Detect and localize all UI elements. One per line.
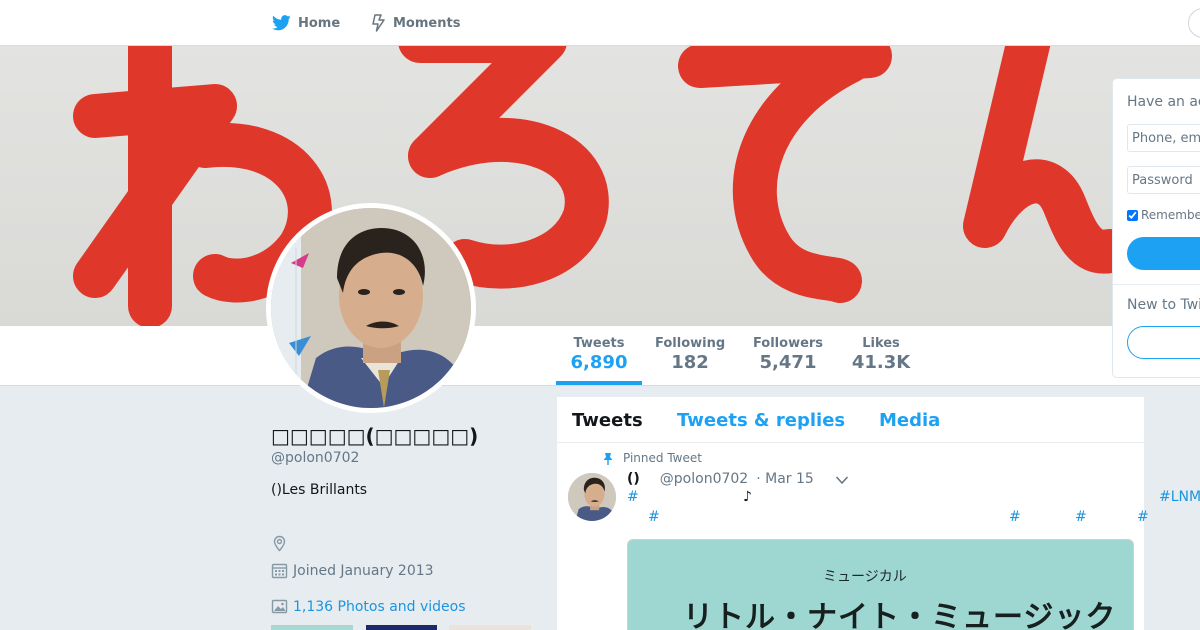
profile-handle[interactable]: @polon0702 (271, 450, 359, 466)
account-menu-button[interactable] (1188, 8, 1200, 38)
tweet-author-name[interactable]: () (627, 471, 640, 487)
profile-bio: ()Les Brillants (271, 482, 368, 498)
timeline-panel: Tweets Tweets & replies Media Pinned Twe… (557, 397, 1200, 630)
phone-email-username-input[interactable] (1127, 124, 1200, 152)
tweet-header: () @polon0702 · Mar 15 (627, 471, 814, 487)
nav-home-link[interactable]: Home (272, 0, 340, 46)
image-icon (271, 599, 288, 614)
profile-location (271, 535, 293, 552)
pin-icon (603, 452, 613, 465)
stat-followers-label: Followers (752, 336, 824, 351)
stat-tweets-value: 6,890 (570, 352, 628, 373)
active-tab-underline (556, 381, 642, 385)
avatar-portrait-image (271, 208, 471, 408)
stat-following-value: 182 (671, 352, 709, 373)
stat-likes-value: 41.3K (851, 352, 911, 373)
nav-home-label: Home (298, 15, 341, 31)
stat-following-label: Following (655, 336, 726, 351)
tab-tweets-replies[interactable]: Tweets & replies (677, 410, 845, 431)
stat-followers-value: 5,471 (759, 352, 817, 373)
banner-lettering-image (73, 46, 1132, 326)
profile-banner (0, 46, 1200, 326)
tweet-author-avatar[interactable] (568, 473, 616, 521)
tweet-image-caption-small: ミュージカル (823, 569, 907, 585)
pinned-tweet-indicator: Pinned Tweet (602, 451, 702, 465)
tweet-date[interactable]: · Mar 15 (756, 471, 814, 487)
login-divider (1113, 284, 1200, 285)
lightning-bolt-icon (372, 14, 385, 32)
top-navigation-bar: Home Moments (0, 0, 1200, 46)
photos-videos-label: 1,136 Photos and videos (293, 598, 466, 615)
tweet-image-caption-large: リトル・ナイト・ミュージック (683, 600, 1117, 630)
nav-moments-label: Moments (393, 15, 461, 31)
tweet-avatar-image (568, 473, 616, 521)
log-in-button[interactable] (1127, 237, 1200, 270)
tweet-author-handle[interactable]: @polon0702 (660, 471, 748, 487)
stat-likes[interactable]: Likes 41.3K (848, 336, 914, 373)
remember-me-checkbox[interactable] (1127, 209, 1138, 221)
tweet-hashtag[interactable]: # (1009, 509, 1021, 525)
tweet-hashtag[interactable]: # (627, 489, 639, 505)
tweet-hashtag-lnm[interactable]: #LNM (1159, 489, 1200, 505)
tweet-media-image[interactable]: ミュージカル リトル・ナイト・ミュージック (627, 539, 1134, 630)
tweet-note: ♪ (743, 489, 752, 505)
stat-following[interactable]: Following 182 (655, 336, 725, 373)
tweet-hashtag[interactable]: # (648, 509, 660, 525)
tab-tweets[interactable]: Tweets (572, 410, 643, 431)
profile-stats-nav: Tweets 6,890 Following 182 Followers 5,4… (0, 326, 1200, 386)
media-thumbnail[interactable] (449, 625, 531, 630)
stat-tweets-label: Tweets (573, 336, 625, 351)
stat-likes-label: Likes (862, 336, 900, 351)
avatar-photo (271, 208, 471, 408)
nav-moments-link[interactable]: Moments (372, 0, 460, 46)
stat-tweets[interactable]: Tweets 6,890 (568, 336, 630, 373)
remember-me-row[interactable]: Remember me (1127, 208, 1200, 222)
tab-media[interactable]: Media (879, 410, 940, 431)
profile-joined-label: Joined January 2013 (293, 562, 434, 579)
tweet-hashtag[interactable]: # (1075, 509, 1087, 525)
profile-joined-date: Joined January 2013 (271, 562, 434, 579)
profile-name: □□□□□(□□□□□) (271, 424, 479, 448)
photos-videos-link[interactable]: 1,136 Photos and videos (271, 598, 466, 615)
media-thumbnail[interactable] (271, 625, 353, 630)
location-pin-icon (273, 535, 286, 552)
sign-up-button[interactable] (1127, 326, 1200, 359)
calendar-icon (271, 563, 288, 579)
login-card: Have an account? Remember me New to Twit… (1112, 78, 1200, 378)
chevron-down-icon[interactable] (835, 475, 849, 485)
pinned-tweet-label: Pinned Tweet (623, 451, 702, 465)
remember-me-label: Remember me (1141, 208, 1200, 222)
timeline-tabs: Tweets Tweets & replies Media (557, 397, 1144, 443)
media-thumbnail[interactable] (366, 625, 437, 630)
tweet-hashtag[interactable]: # (1137, 509, 1149, 525)
password-input[interactable] (1127, 166, 1200, 194)
new-to-twitter-label: New to Twitter? (1127, 297, 1200, 313)
login-title: Have an account? (1127, 94, 1200, 110)
profile-avatar[interactable] (266, 203, 476, 413)
stat-followers[interactable]: Followers 5,471 (752, 336, 824, 373)
twitter-bird-icon (272, 15, 291, 31)
